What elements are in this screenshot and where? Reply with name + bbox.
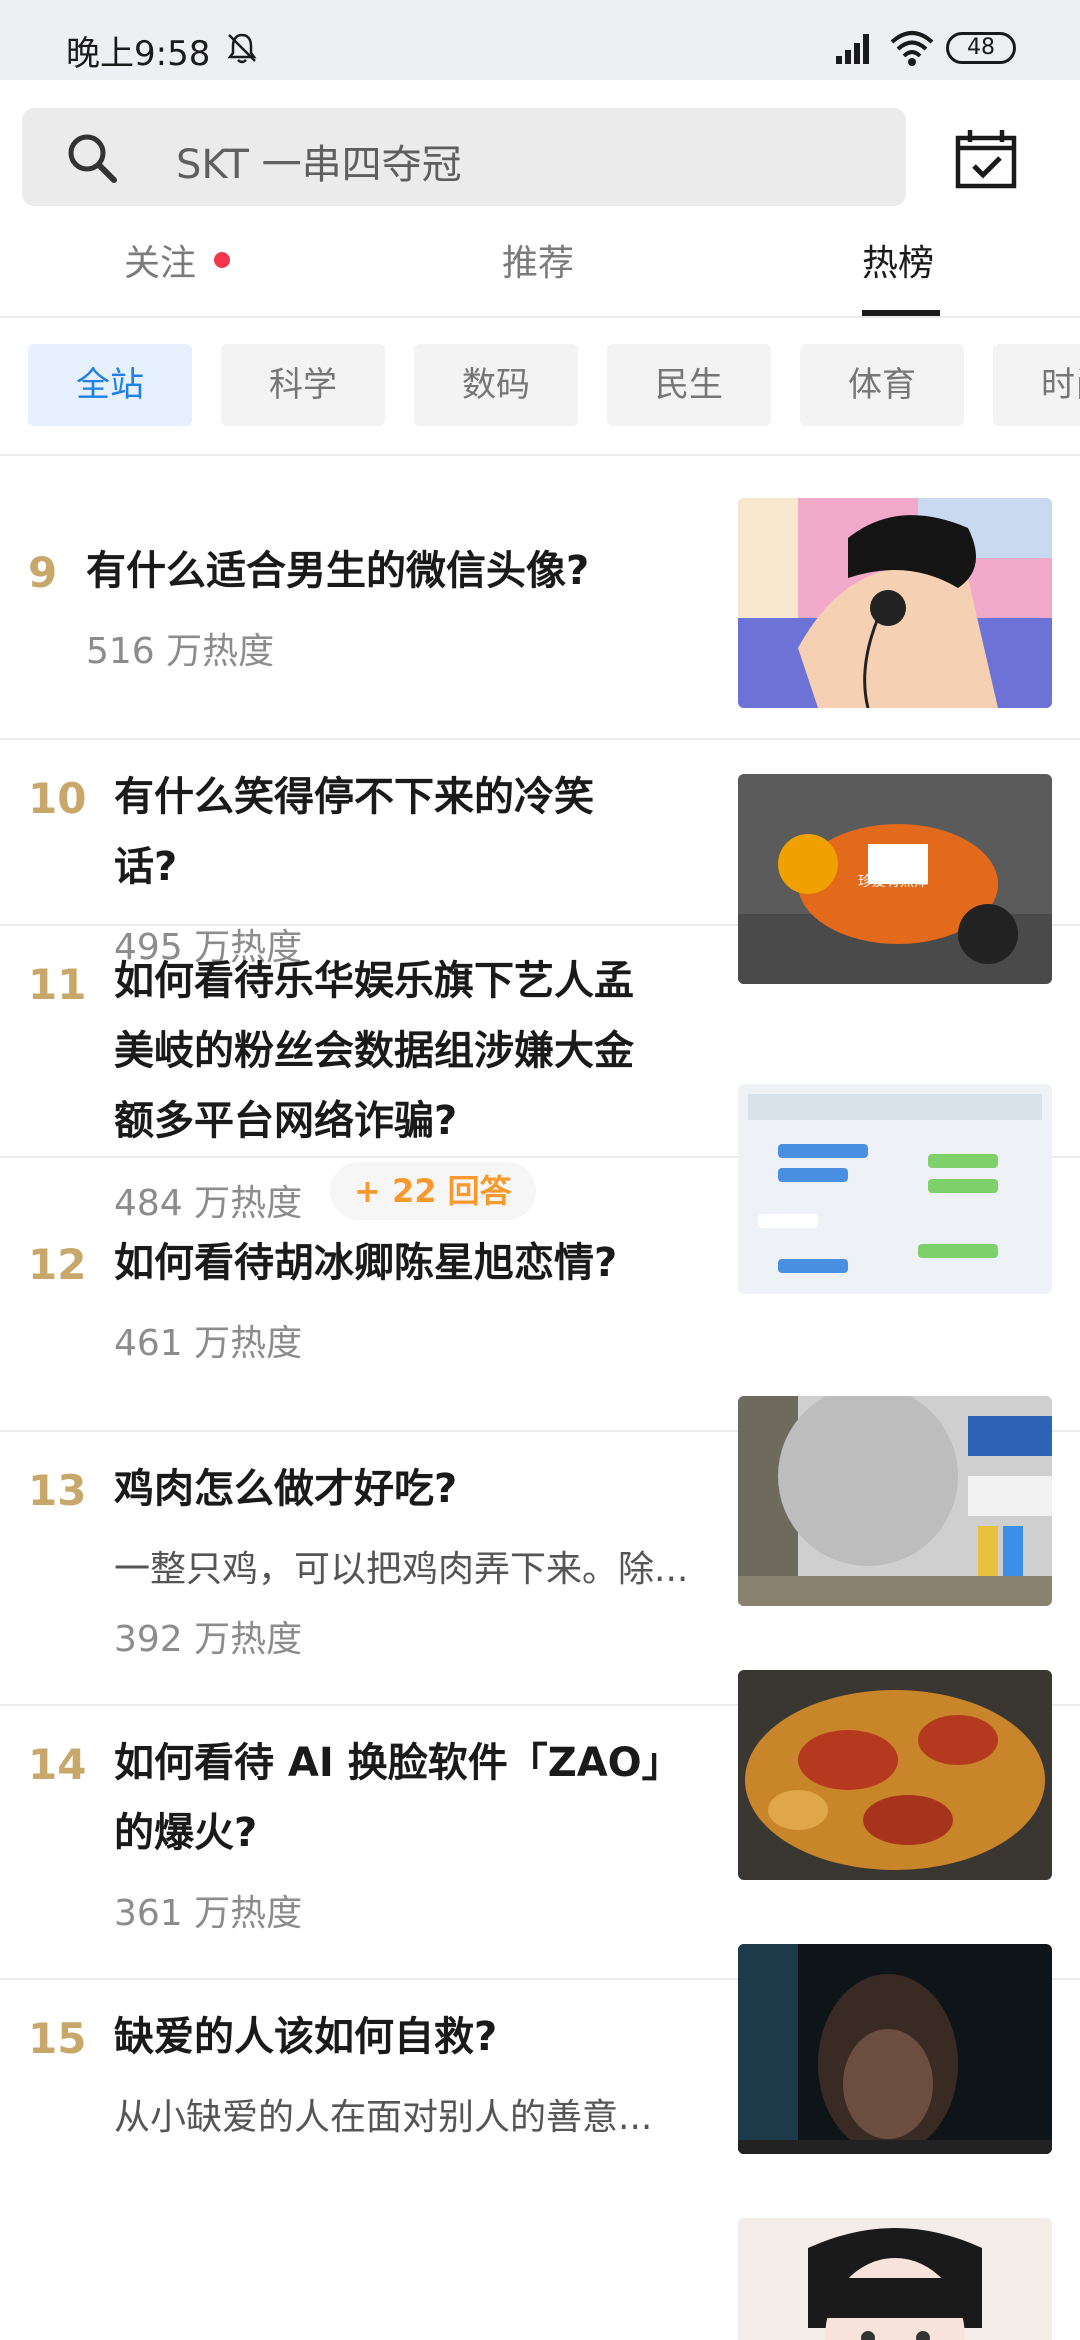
list-item[interactable]: 13 鸡肉怎么做才好吃? 一整只鸡，可以把鸡肉弄下来。除... 392 万热度 — [0, 1432, 1080, 1706]
rank-number: 10 — [28, 774, 87, 823]
wifi-icon — [890, 31, 934, 66]
header: SKT 一串四夺冠 关注 推荐 热榜 — [0, 80, 1080, 318]
tab-hot-list[interactable]: 热榜 — [862, 234, 934, 286]
search-placeholder: SKT 一串四夺冠 — [176, 142, 462, 188]
heat-count: 461 万热度 — [114, 1323, 303, 1364]
tab-recommend[interactable]: 推荐 — [502, 234, 574, 286]
question-title: 如何看待胡冰卿陈星旭恋情? — [114, 1240, 618, 1286]
thumbnail-image — [738, 498, 1052, 708]
list-item[interactable]: 14 如何看待 AI 换脸软件「ZAO」 的爆火? 361 万热度 — [0, 1706, 1080, 1980]
category-bar: 全站 科学 数码 民生 体育 时尚 — [0, 318, 1080, 456]
question-title: 如何看待乐华娱乐旗下艺人孟 美岐的粉丝会数据组涉嫌大金 额多平台网络诈骗? — [114, 958, 634, 1144]
rank-number: 13 — [28, 1466, 87, 1515]
answer-snippet: 从小缺爱的人在面对别人的善意... — [114, 2097, 653, 2138]
tab-follow[interactable]: 关注 — [124, 234, 196, 286]
question-title: 鸡肉怎么做才好吃? — [114, 1466, 458, 1512]
rank-number: 14 — [28, 1740, 87, 1789]
category-chip[interactable]: 数码 — [414, 344, 578, 426]
heat-count: 361 万热度 — [114, 1893, 303, 1934]
status-time: 晚上9:58 — [66, 34, 211, 74]
list-item[interactable]: 12 如何看待胡冰卿陈星旭恋情? 461 万热度 — [0, 1158, 1080, 1432]
rank-number: 12 — [28, 1240, 87, 1289]
category-chip[interactable]: 时尚 — [993, 344, 1080, 426]
heat-count: 392 万热度 — [114, 1619, 303, 1660]
active-tab-indicator — [862, 310, 940, 316]
thumbnail-caption: 珍爱有点痒 — [858, 874, 928, 890]
category-chip[interactable]: 体育 — [800, 344, 964, 426]
category-chip[interactable]: 科学 — [221, 344, 385, 426]
search-icon — [68, 134, 117, 183]
category-chip[interactable]: 全站 — [28, 344, 192, 426]
question-title: 如何看待 AI 换脸软件「ZAO」 的爆火? — [114, 1740, 682, 1856]
rank-number: 9 — [28, 548, 58, 597]
heat-count: 516 万热度 — [86, 631, 275, 672]
search-bar[interactable]: SKT 一串四夺冠 — [22, 108, 906, 206]
question-title: 有什么笑得停不下来的冷笑 话? — [114, 774, 594, 890]
checklist-icon[interactable] — [952, 124, 1020, 192]
answer-snippet: 一整只鸡，可以把鸡肉弄下来。除... — [114, 1549, 689, 1590]
question-title: 有什么适合男生的微信头像? — [86, 548, 590, 594]
signal-icon — [836, 34, 869, 64]
list-item[interactable]: 9 有什么适合男生的微信头像? 516 万热度 — [0, 466, 1080, 740]
category-chip[interactable]: 民生 — [607, 344, 771, 426]
status-bar: 晚上9:58 48 — [0, 0, 1080, 80]
rank-number: 11 — [28, 960, 87, 1009]
thumbnail-image — [738, 2218, 1052, 2340]
battery-indicator: 48 — [946, 32, 1016, 64]
bell-muted-icon — [227, 33, 257, 64]
rank-number: 15 — [28, 2014, 87, 2063]
question-title: 缺爱的人该如何自救? — [114, 2014, 498, 2060]
unread-dot — [214, 252, 230, 268]
